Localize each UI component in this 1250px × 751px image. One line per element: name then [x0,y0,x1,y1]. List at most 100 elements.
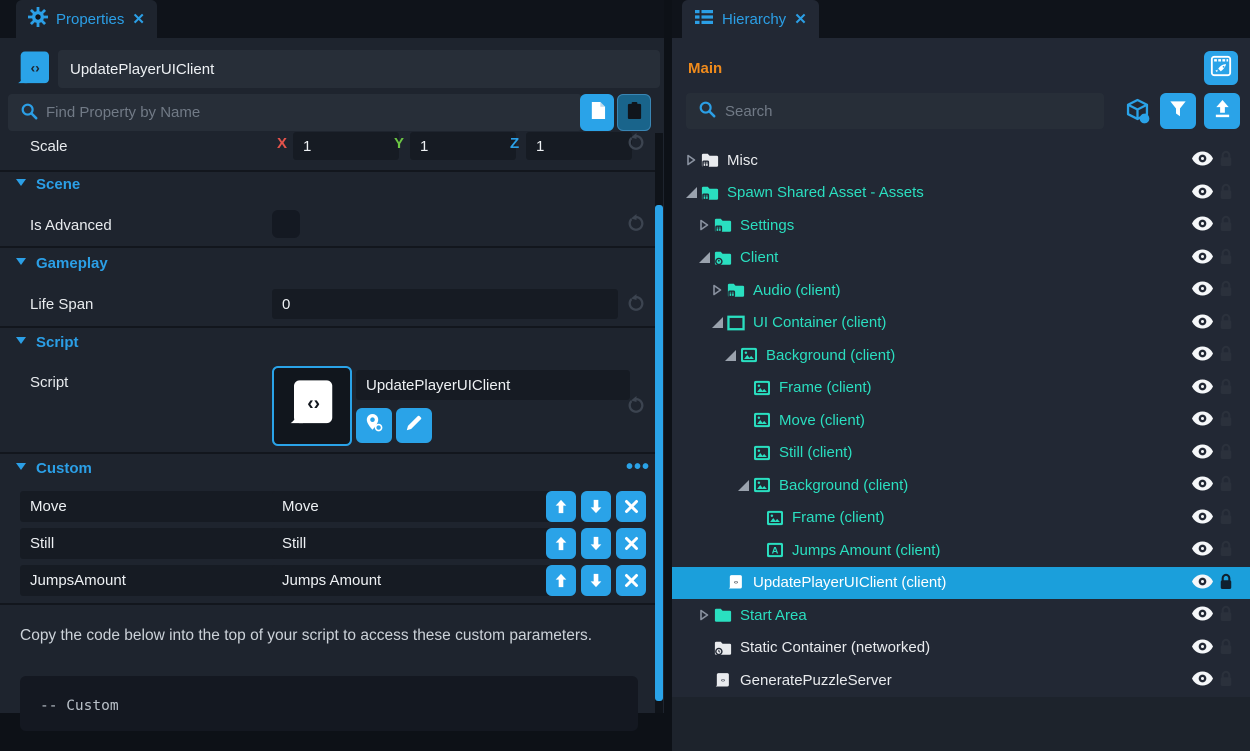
reset-life-span-icon[interactable] [626,294,646,319]
visibility-eye-icon[interactable] [1192,379,1213,394]
visibility-eye-icon[interactable] [1192,574,1213,589]
expand-arrow[interactable] [712,284,727,296]
tree-row[interactable]: Settings [672,209,1250,242]
tree-row[interactable]: Frame (client) [672,372,1250,405]
move-down-button[interactable] [581,565,611,596]
object-name-input[interactable]: UpdatePlayerUIClient [58,50,660,88]
visibility-eye-icon[interactable] [1192,346,1213,361]
visibility-eye-icon[interactable] [1192,216,1213,231]
visibility-eye-icon[interactable] [1192,541,1213,556]
close-icon[interactable]: ✕ [794,10,807,28]
visibility-eye-icon[interactable] [1192,411,1213,426]
expand-arrow[interactable] [725,350,740,361]
visibility-eye-icon[interactable] [1192,639,1213,654]
script-name-input[interactable]: UpdatePlayerUIClient [356,370,630,400]
tree-row[interactable]: A Jumps Amount (client) [672,534,1250,567]
lock-icon[interactable] [1219,312,1233,331]
lock-icon[interactable] [1219,442,1233,461]
move-up-button[interactable] [546,491,576,522]
tree-row[interactable]: Spawn Shared Asset - Assets [672,177,1250,210]
lock-icon[interactable] [1219,247,1233,266]
custom-param-display-input[interactable]: Still [272,528,564,559]
lock-icon[interactable] [1219,409,1233,428]
tree-row[interactable]: Frame (client) [672,502,1250,535]
custom-param-display-input[interactable]: Move [272,491,564,522]
edit-script-button[interactable] [396,408,432,443]
delete-param-button[interactable] [616,491,646,522]
expand-arrow[interactable] [699,609,714,621]
life-span-input[interactable]: 0 [272,289,618,319]
visibility-eye-icon[interactable] [1192,606,1213,621]
tree-row[interactable]: Static Container (networked) [672,632,1250,665]
tab-properties[interactable]: Properties ✕ [16,0,157,38]
tree-row[interactable]: UI Container (client) [672,307,1250,340]
visibility-eye-icon[interactable] [1192,314,1213,329]
tree-row[interactable]: Move (client) [672,404,1250,437]
custom-param-name-input[interactable]: JumpsAmount [20,565,278,596]
find-script-in-scene-button[interactable] [356,408,392,443]
lock-icon[interactable] [1219,149,1233,168]
expand-arrow[interactable] [686,154,701,166]
tree-row[interactable]: Still (client) [672,437,1250,470]
expand-arrow[interactable] [712,317,727,328]
visibility-eye-icon[interactable] [1192,671,1213,686]
export-button[interactable] [1204,93,1240,129]
instance-cube-icon[interactable] [1124,98,1151,130]
reset-scale-icon[interactable] [626,133,646,158]
close-icon[interactable]: ✕ [132,10,145,28]
tree-row[interactable]: Client [672,242,1250,275]
tree-row[interactable]: ‹› UpdatePlayerUIClient (client) [672,567,1250,600]
lock-icon[interactable] [1219,279,1233,298]
is-advanced-checkbox[interactable] [272,210,300,238]
visibility-eye-icon[interactable] [1192,184,1213,199]
delete-param-button[interactable] [616,565,646,596]
lock-icon[interactable] [1219,377,1233,396]
tree-row[interactable]: Background (client) [672,339,1250,372]
visibility-eye-icon[interactable] [1192,476,1213,491]
scale-y-input[interactable]: 1 [410,132,516,160]
properties-scrollbar-thumb[interactable] [655,205,663,701]
custom-param-name-input[interactable]: Move [20,491,278,522]
script-section-collapse-icon[interactable] [16,337,26,344]
lock-icon[interactable] [1219,539,1233,558]
expand-arrow[interactable] [699,252,714,263]
visibility-eye-icon[interactable] [1192,281,1213,296]
filter-button[interactable] [1160,93,1196,129]
hierarchy-search-input[interactable]: Search [686,93,1104,129]
tree-row[interactable]: Start Area [672,599,1250,632]
custom-section-collapse-icon[interactable] [16,463,26,470]
move-up-button[interactable] [546,565,576,596]
custom-param-display-input[interactable]: Jumps Amount [272,565,564,596]
paste-properties-button[interactable] [617,94,651,131]
custom-param-name-input[interactable]: Still [20,528,278,559]
tab-hierarchy[interactable]: Hierarchy ✕ [682,0,819,38]
reset-is-advanced-icon[interactable] [626,214,646,239]
lock-icon[interactable] [1219,182,1233,201]
scale-z-input[interactable]: 1 [526,132,632,160]
lock-icon[interactable] [1219,572,1233,591]
lock-icon[interactable] [1219,344,1233,363]
expand-arrow[interactable] [686,187,701,198]
lock-icon[interactable] [1219,214,1233,233]
reset-script-icon[interactable] [626,396,646,421]
tree-row[interactable]: Audio (client) [672,274,1250,307]
tree-row[interactable]: Background (client) [672,469,1250,502]
expand-arrow[interactable] [738,480,753,491]
property-search-input[interactable]: Find Property by Name [8,94,582,131]
scene-section-collapse-icon[interactable] [16,179,26,186]
delete-param-button[interactable] [616,528,646,559]
visibility-eye-icon[interactable] [1192,249,1213,264]
move-up-button[interactable] [546,528,576,559]
script-thumbnail[interactable]: ‹› [272,366,352,446]
expand-arrow[interactable] [699,219,714,231]
tree-row[interactable]: Misc [672,144,1250,177]
custom-section-menu-icon[interactable]: ••• [626,456,650,479]
visibility-eye-icon[interactable] [1192,151,1213,166]
lock-icon[interactable] [1219,669,1233,688]
scale-x-input[interactable]: 1 [293,132,399,160]
visibility-eye-icon[interactable] [1192,509,1213,524]
launch-scene-button[interactable] [1204,51,1238,85]
move-down-button[interactable] [581,491,611,522]
move-down-button[interactable] [581,528,611,559]
lock-icon[interactable] [1219,637,1233,656]
